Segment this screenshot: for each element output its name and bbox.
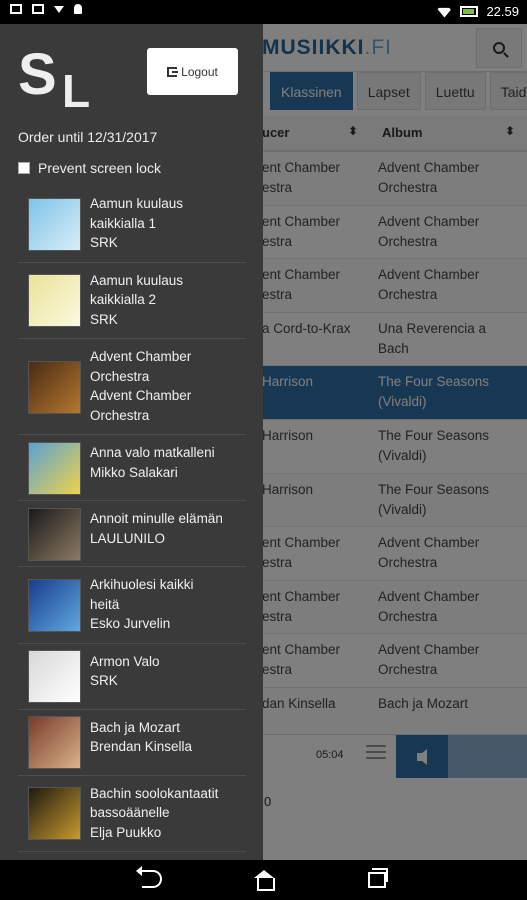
album-info: Bachin soolokantaatit bassoäänelle Elja Pu… — [90, 784, 240, 843]
album-text-line: Orchestra — [90, 368, 150, 384]
album-list-item[interactable]: Armon Valo SRK — [18, 644, 246, 710]
album-cover — [28, 360, 81, 414]
back-icon[interactable] — [136, 866, 162, 888]
home-icon[interactable] — [254, 870, 275, 891]
album-text-line: Anna valo matkalleni — [90, 445, 215, 460]
album-text-line: kaikkialla 2 — [90, 292, 157, 307]
logout-label: Logout — [181, 64, 218, 79]
album-text-line: Annoit minulle elämän — [90, 511, 223, 526]
album-text-line: Aamun kuulaus — [90, 196, 184, 211]
album-text-line: SRK — [90, 235, 118, 250]
album-cover — [28, 507, 81, 561]
album-cover — [28, 716, 81, 769]
status-bar: 22.59 — [0, 0, 527, 24]
album-text-line: Arkihuolesi kaikki — [90, 577, 194, 592]
album-text-line: bassoäänelle — [90, 805, 170, 820]
side-drawer: SL Logout Order until 12/31/2017 Prevent… — [0, 24, 263, 860]
album-text-line: Bach ja Mozart — [90, 719, 181, 735]
album-list-item[interactable]: Arkihuolesi kaikki heitä Esko Jurvelin — [18, 567, 246, 644]
album-text-line: Mikko Salakari — [90, 464, 178, 480]
album-text-line: Bachin soolokantaatit — [90, 785, 219, 801]
logout-icon — [167, 66, 179, 77]
album-list: Aamun kuulaus kaikkialla 1 SRK Aamun kuulau… — [18, 186, 246, 852]
album-text-line: Armon Valo — [90, 653, 160, 669]
album-cover — [28, 441, 81, 495]
album-list-item[interactable]: Aamun kuulaus kaikkialla 1 SRK — [18, 186, 246, 263]
album-info: Bach ja Mozart Brendan Kinsella — [90, 718, 240, 757]
album-list-item[interactable]: Anna valo matkalleni Mikko Salakari — [18, 435, 246, 501]
album-list-item[interactable]: Bach ja Mozart Brendan Kinsella — [18, 710, 246, 776]
logout-button[interactable]: Logout — [147, 48, 238, 95]
album-list-item[interactable]: Aamun kuulaus kaikkialla 2 SRK — [18, 263, 246, 339]
album-cover — [28, 197, 81, 251]
album-info: Annoit minulle elämän LAULUNILO — [90, 509, 240, 548]
album-info: Advent Chamber Orchestra Advent Chamber Orc… — [90, 347, 240, 425]
album-cover — [28, 274, 81, 328]
album-text-line: SRK — [90, 311, 118, 327]
screen-lock-checkbox[interactable] — [18, 162, 30, 174]
navigation-bar — [0, 860, 527, 900]
album-text-line: Aamun kuulaus — [90, 272, 184, 288]
screen-lock-label: Prevent screen lock — [38, 160, 161, 176]
clock: 22.59 — [486, 4, 519, 19]
album-text-line: kaikkialla 1 — [90, 215, 157, 231]
album-text-line: Esko Jurvelin — [90, 616, 171, 631]
album-info: Aamun kuulaus kaikkialla 2 SRK — [90, 271, 240, 330]
album-text-line: SRK — [90, 673, 118, 688]
album-info: Anna valo matkalleni Mikko Salakari — [90, 443, 240, 482]
lightbulb-icon — [74, 4, 82, 14]
wifi-icon — [436, 7, 453, 18]
download-icon — [54, 5, 64, 13]
battery-icon — [460, 6, 479, 17]
album-text-line: Brendan Kinsella — [90, 739, 193, 754]
album-info: Aamun kuulaus kaikkialla 1 SRK — [90, 194, 240, 253]
album-text-line: Advent Chamber — [90, 388, 192, 403]
image-icon — [32, 4, 44, 14]
order-until-text: Order until 12/31/2017 — [18, 129, 158, 145]
album-list-item[interactable]: Advent Chamber Orchestra Advent Chamber Orc… — [18, 339, 246, 435]
album-cover — [28, 578, 81, 632]
album-text-line: Advent Chamber — [90, 349, 192, 364]
album-text-line: LAULUNILO — [90, 530, 166, 546]
album-list-item[interactable]: Bachin soolokantaatit bassoäänelle Elja Pu… — [18, 776, 246, 852]
album-text-line: Orchestra — [90, 407, 150, 423]
recent-apps-icon[interactable] — [368, 868, 388, 888]
album-cover — [28, 650, 81, 703]
album-info: Armon Valo SRK — [90, 652, 240, 691]
album-text-line: heitä — [90, 596, 120, 612]
album-info: Arkihuolesi kaikki heitä Esko Jurvelin — [90, 575, 240, 634]
album-list-item[interactable]: Annoit minulle elämän LAULUNILO — [18, 501, 246, 567]
album-text-line: Elja Puukko — [90, 824, 162, 840]
prevent-screen-lock[interactable]: Prevent screen lock — [18, 160, 161, 176]
album-cover — [28, 787, 81, 841]
notification-icon — [10, 4, 22, 14]
